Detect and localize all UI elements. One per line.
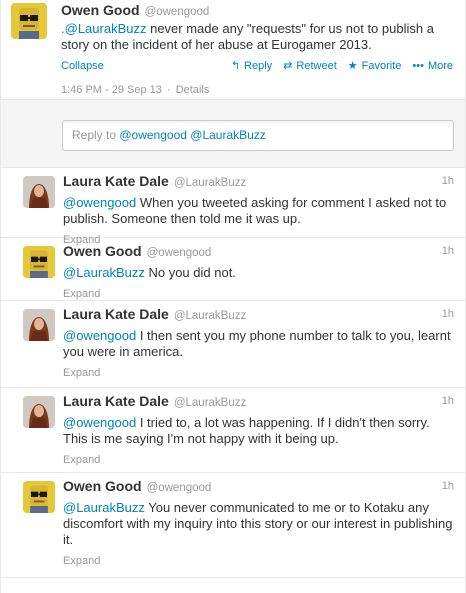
- reply-mentions: @owengood @LaurakBuzz: [119, 128, 266, 142]
- fullname[interactable]: Owen Good: [61, 2, 140, 19]
- mention-link[interactable]: @LaurakBuzz: [63, 265, 145, 280]
- collapse-link[interactable]: Collapse: [61, 59, 104, 73]
- owen-avatar-image: [11, 3, 47, 39]
- fullname[interactable]: Laura Kate Dale: [63, 306, 169, 323]
- tweet-conversation: Owen Good @owengood .@LaurakBuzz never m…: [0, 0, 466, 593]
- tweet-text: @owengood I tried to, a lot was happenin…: [63, 415, 453, 447]
- screen-name[interactable]: @LaurakBuzz: [174, 308, 246, 325]
- favorite-button[interactable]: ★ Favorite: [348, 59, 402, 73]
- retweet-button[interactable]: ⇄ Retweet: [283, 59, 337, 73]
- mention-link[interactable]: @LaurakBuzz: [63, 500, 145, 515]
- tweet-time[interactable]: 1h: [442, 308, 454, 320]
- tweet-text: @LaurakBuzz No you did not.: [63, 265, 453, 281]
- separator: ·: [166, 84, 171, 96]
- more-icon: •••: [412, 60, 424, 72]
- screen-name[interactable]: @LaurakBuzz: [174, 175, 246, 192]
- owen-avatar-image: [23, 246, 55, 278]
- reply-tweet[interactable]: Owen Good @owengood 1h @LaurakBuzz No yo…: [1, 238, 465, 301]
- retweet-label: Retweet: [296, 60, 337, 72]
- laura-avatar-image: [23, 309, 55, 341]
- tweet-header: Owen Good @owengood: [63, 238, 453, 262]
- reply-button[interactable]: ↰ Reply: [231, 59, 272, 73]
- tweet-header: Laura Kate Dale @LaurakBuzz: [63, 388, 453, 412]
- mention-link[interactable]: @owengood: [63, 415, 136, 430]
- screen-name[interactable]: @owengood: [147, 245, 212, 262]
- reply-tweet[interactable]: Owen Good @owengood 1h @LaurakBuzz You n…: [1, 473, 465, 578]
- tweet-text: @owengood I then sent you my phone numbe…: [63, 328, 453, 360]
- reply-tweet[interactable]: Laura Kate Dale @LaurakBuzz 1h @owengood…: [1, 168, 465, 246]
- reply-tweet[interactable]: Laura Kate Dale @LaurakBuzz 1h @owengood…: [1, 388, 465, 473]
- expand-link[interactable]: Expand: [63, 554, 453, 568]
- fullname[interactable]: Laura Kate Dale: [63, 393, 169, 410]
- star-icon: ★: [347, 60, 358, 72]
- tweet-time[interactable]: 1h: [442, 480, 454, 492]
- avatar[interactable]: [11, 3, 47, 39]
- main-tweet: Owen Good @owengood .@LaurakBuzz never m…: [1, 0, 465, 100]
- reply-prefix: Reply to: [72, 128, 120, 142]
- screen-name[interactable]: @owengood: [147, 480, 212, 497]
- owen-avatar-image: [23, 481, 55, 513]
- avatar[interactable]: [23, 176, 55, 208]
- details-link[interactable]: Details: [176, 84, 210, 96]
- tweet-time[interactable]: 1h: [442, 175, 454, 187]
- screen-name[interactable]: @owengood: [145, 4, 210, 21]
- tweet-text: @owengood When you tweeted asking for co…: [63, 195, 453, 227]
- screen-name[interactable]: @LaurakBuzz: [174, 395, 246, 412]
- reply-tweet[interactable]: Laura Kate Dale @LaurakBuzz 1h @owengood…: [1, 301, 465, 388]
- tweet-header: Owen Good @owengood: [61, 2, 453, 21]
- tweet-actions-row: Collapse ↰ Reply ⇄ Retweet ★ Favorite ••• Mo…: [61, 59, 453, 73]
- retweet-icon: ⇄: [283, 60, 293, 72]
- tweet-header: Laura Kate Dale @LaurakBuzz: [63, 301, 453, 325]
- laura-avatar-image: [23, 176, 55, 208]
- expand-link[interactable]: Expand: [63, 366, 453, 380]
- tweet-text: @LaurakBuzz You never communicated to me…: [63, 500, 453, 548]
- tweet-time[interactable]: 1h: [442, 395, 454, 407]
- text-body: No you did not.: [144, 265, 236, 280]
- favorite-label: Favorite: [361, 60, 402, 72]
- mention-link[interactable]: @LaurakBuzz: [65, 21, 147, 36]
- tweet-actions: ↰ Reply ⇄ Retweet ★ Favorite ••• More: [220, 59, 453, 73]
- avatar[interactable]: [23, 309, 55, 341]
- expand-link[interactable]: Expand: [63, 287, 453, 301]
- reply-area: Reply to @owengood @LaurakBuzz: [1, 100, 465, 168]
- tweet-time[interactable]: 1h: [442, 245, 454, 257]
- fullname[interactable]: Owen Good: [63, 478, 142, 495]
- reply-label: Reply: [244, 60, 273, 72]
- expand-link[interactable]: Expand: [63, 453, 453, 467]
- more-button[interactable]: ••• More: [412, 59, 453, 73]
- mention-link[interactable]: @owengood: [63, 328, 136, 343]
- laura-avatar-image: [23, 396, 55, 428]
- avatar[interactable]: [23, 246, 55, 278]
- mention-link[interactable]: @owengood: [63, 195, 136, 210]
- tweet-meta: 1:46 PM - 29 Sep 13 · Details: [61, 84, 453, 96]
- tweet-header: Owen Good @owengood: [63, 473, 453, 497]
- timestamp[interactable]: 1:46 PM - 29 Sep 13: [61, 84, 162, 96]
- tweet-header: Laura Kate Dale @LaurakBuzz: [63, 168, 453, 192]
- reply-icon: ↰: [230, 60, 241, 72]
- reply-input[interactable]: Reply to @owengood @LaurakBuzz: [62, 120, 454, 151]
- fullname[interactable]: Laura Kate Dale: [63, 173, 169, 190]
- more-label: More: [427, 60, 453, 72]
- avatar[interactable]: [23, 396, 55, 428]
- fullname[interactable]: Owen Good: [63, 243, 142, 260]
- tweet-text: .@LaurakBuzz never made any "requests" f…: [61, 21, 453, 53]
- avatar[interactable]: [23, 481, 55, 513]
